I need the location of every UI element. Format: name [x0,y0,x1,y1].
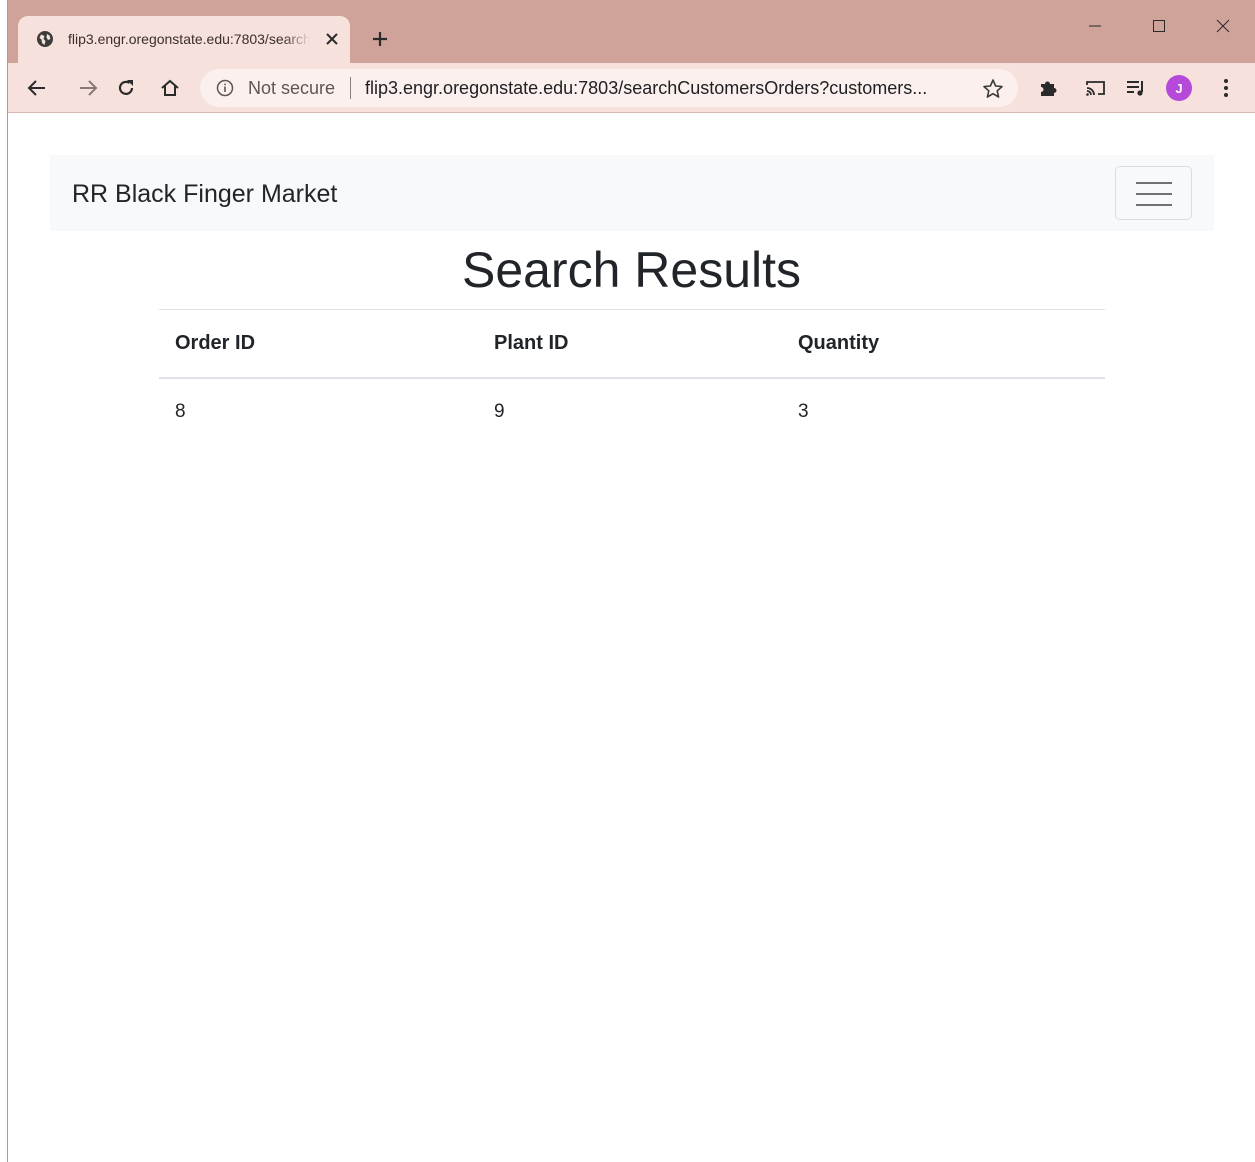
security-label[interactable]: Not secure [248,78,335,98]
address-bar[interactable]: Not secure flip3.engr.oregonstate.edu:78… [200,69,1018,107]
close-window-icon[interactable] [1198,8,1248,44]
minimize-window-icon[interactable] [1070,8,1120,44]
tab-close-icon[interactable] [322,29,342,49]
tab-strip: flip3.engr.oregonstate.edu:7803/searchCu… [8,0,1255,63]
reload-icon[interactable] [113,75,139,101]
cell-order-id: 8 [175,401,186,422]
maximize-window-icon[interactable] [1134,8,1184,44]
cast-icon[interactable] [1083,75,1109,101]
globe-icon [36,30,54,48]
home-icon[interactable] [157,75,183,101]
more-menu-icon[interactable] [1213,75,1239,101]
table-header-row: Order ID Plant ID Quantity [159,309,1105,379]
hamburger-icon-bar [1136,204,1172,206]
url-text[interactable]: flip3.engr.oregonstate.edu:7803/searchCu… [365,78,975,98]
browser-window: flip3.engr.oregonstate.edu:7803/searchCu… [8,0,1255,1162]
table-row: 8 9 3 [159,378,1105,446]
media-controls-icon[interactable] [1123,75,1149,101]
site-brand-link[interactable]: RR Black Finger Market [72,179,337,209]
column-header-plant-id: Plant ID [478,309,782,379]
tab-title: flip3.engr.oregonstate.edu:7803/searchCu… [68,30,310,48]
cell-quantity: 3 [798,401,809,422]
profile-avatar[interactable]: J [1166,75,1192,101]
hamburger-icon-bar [1136,193,1172,195]
results-table: Order ID Plant ID Quantity 8 9 3 [159,309,1105,446]
page-content: RR Black Finger Market Search Results Or… [8,114,1255,1162]
address-separator [350,77,351,99]
cell-plant-id: 9 [494,401,505,422]
new-tab-icon[interactable] [368,27,392,51]
navbar-toggler-button[interactable] [1115,166,1192,220]
browser-toolbar: Not secure flip3.engr.oregonstate.edu:78… [8,63,1255,113]
hamburger-icon-bar [1136,182,1172,184]
info-icon[interactable] [216,79,234,97]
bookmark-star-icon[interactable] [982,78,1004,100]
page-title: Search Results [461,242,802,298]
site-navbar: RR Black Finger Market [50,155,1214,231]
tab-active[interactable]: flip3.engr.oregonstate.edu:7803/searchCu… [18,16,350,63]
forward-arrow-icon[interactable] [75,75,101,101]
column-header-quantity: Quantity [782,309,1105,379]
extensions-puzzle-icon[interactable] [1035,75,1061,101]
column-header-order-id: Order ID [159,309,478,379]
window-border [0,0,8,1162]
back-arrow-icon[interactable] [24,75,50,101]
